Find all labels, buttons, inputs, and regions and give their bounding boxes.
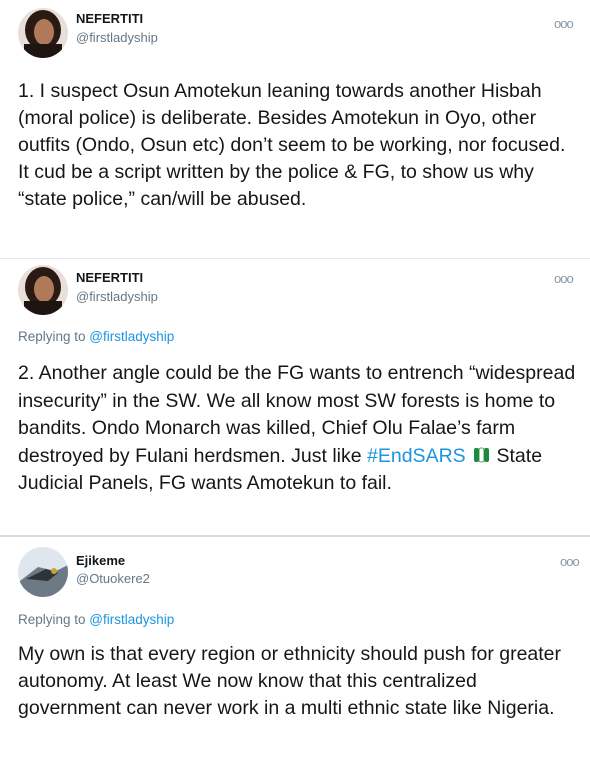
tweet-text: 2. Another angle could be the FG wants t…: [18, 360, 583, 498]
more-icon[interactable]: ooo: [560, 554, 580, 569]
avatar[interactable]: [18, 265, 68, 315]
replying-to-prefix: Replying to: [18, 612, 90, 627]
username[interactable]: @firstladyship: [76, 289, 158, 304]
replying-to-link[interactable]: @firstladyship: [89, 612, 174, 627]
display-name[interactable]: Ejikeme: [76, 553, 125, 568]
replying-to: Replying to @firstladyship: [18, 612, 174, 627]
username[interactable]: @Otuokere2: [76, 571, 150, 586]
avatar[interactable]: [18, 547, 68, 597]
username[interactable]: @firstladyship: [76, 30, 158, 45]
tweet-3: Ejikeme @Otuokere2 ooo Replying to @firs…: [0, 537, 590, 767]
display-name[interactable]: NEFERTITI: [76, 11, 143, 26]
replying-to: Replying to @firstladyship: [18, 329, 174, 344]
tweet-2: NEFERTITI @firstladyship ooo Replying to…: [0, 259, 590, 535]
endsars-flag-fist-icon: [474, 447, 490, 462]
more-icon[interactable]: ooo: [554, 16, 574, 31]
tweet-1: NEFERTITI @firstladyship ooo 1. I suspec…: [0, 0, 590, 258]
tweet-text: 1. I suspect Osun Amotekun leaning towar…: [18, 80, 566, 210]
more-icon[interactable]: ooo: [554, 271, 574, 286]
display-name[interactable]: NEFERTITI: [76, 270, 143, 285]
tweet-text: My own is that every region or ethnicity…: [18, 643, 562, 719]
hashtag-link[interactable]: #EndSARS: [367, 445, 466, 467]
replying-to-prefix: Replying to: [18, 329, 90, 344]
replying-to-link[interactable]: @firstladyship: [89, 329, 174, 344]
avatar[interactable]: [18, 8, 68, 58]
